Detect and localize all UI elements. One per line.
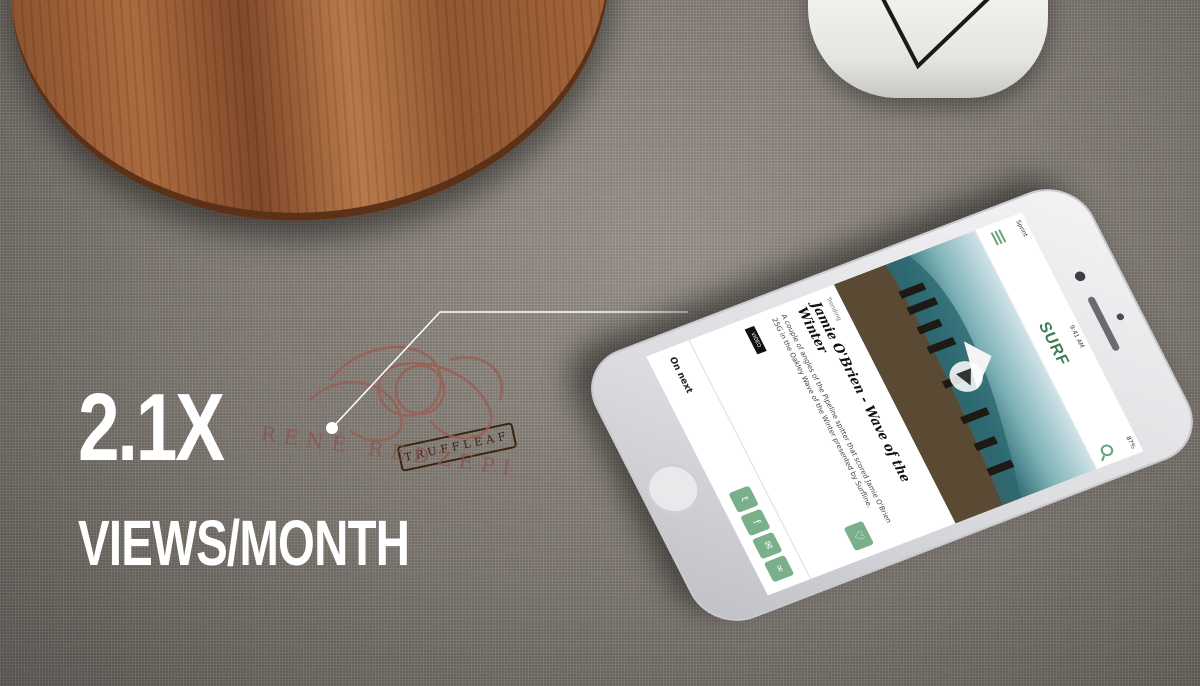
email-icon[interactable]: ✉ xyxy=(752,531,784,560)
share-buttons: t f ✉ ∞ xyxy=(728,485,795,583)
phone-body: Sprint 9:41 AM 87% SURF Trending Jamie O… xyxy=(575,175,1200,635)
search-icon[interactable] xyxy=(1099,442,1116,458)
scene-photo: TRUFFLEAF RENÉ REDZEPI 2.1X VIEWS/MONTH … xyxy=(0,0,1200,686)
coffee-mug xyxy=(808,0,1048,98)
link-icon[interactable]: ∞ xyxy=(764,554,795,583)
home-button[interactable] xyxy=(637,456,710,522)
cutting-board xyxy=(0,0,634,251)
svg-text:RENÉ REDZEPI: RENÉ REDZEPI xyxy=(259,421,519,481)
on-next-label[interactable]: On next xyxy=(667,356,694,395)
twitter-icon[interactable]: t xyxy=(728,485,760,513)
front-camera-icon xyxy=(1073,270,1088,283)
facebook-icon[interactable]: f xyxy=(740,508,772,536)
stat-value: 2.1X xyxy=(78,374,225,481)
stat-label: VIEWS/MONTH xyxy=(78,507,410,579)
embroidery-logo: RENÉ REDZEPI xyxy=(259,345,520,481)
menu-icon[interactable] xyxy=(991,229,1007,246)
battery-text: 87% xyxy=(1124,435,1138,450)
phone-screen: Sprint 9:41 AM 87% SURF Trending Jamie O… xyxy=(646,212,1144,596)
heart-icon[interactable] xyxy=(843,520,875,552)
proximity-sensor xyxy=(1115,312,1126,322)
phone-mockup: Sprint 9:41 AM 87% SURF Trending Jamie O… xyxy=(575,175,1200,635)
earpiece-speaker xyxy=(1086,295,1121,352)
video-tag[interactable]: VIDEO xyxy=(744,325,767,355)
